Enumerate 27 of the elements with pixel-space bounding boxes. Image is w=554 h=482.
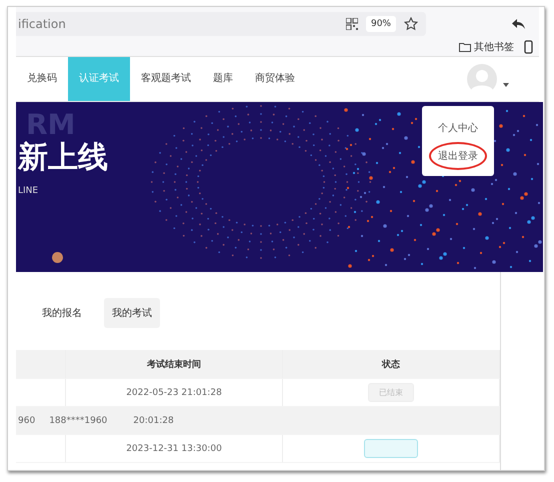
page-tab[interactable]: 我的报名 (34, 298, 90, 328)
star-icon[interactable] (404, 17, 418, 31)
table-cell-text: 188****1960 (48, 416, 108, 426)
menu-item[interactable]: 退出登录 (429, 142, 487, 170)
banner-subtitle: LINE (18, 186, 38, 196)
zoom-level-badge[interactable]: 90% (366, 16, 396, 32)
caret-icon[interactable] (503, 83, 509, 87)
nav-tab[interactable]: 商贸体验 (244, 57, 306, 101)
phone-icon[interactable] (524, 40, 533, 54)
menu-item[interactable]: 个人中心 (432, 118, 484, 138)
nav-tab[interactable]: 题库 (202, 57, 244, 101)
status-tag: 已结束 (368, 383, 414, 402)
page-tab[interactable]: 我的考试 (104, 298, 160, 328)
bookmark-folder[interactable]: 其他书签 (459, 40, 514, 54)
header-cell: 状态 (283, 350, 500, 378)
nav-tab[interactable]: 兑换码 (16, 57, 68, 101)
folder-icon (459, 42, 471, 52)
table-cell-text: 960 (17, 416, 36, 426)
nav-tab[interactable]: 客观题考试 (130, 57, 202, 101)
table-cell-text: 20:01:28 (132, 416, 175, 426)
address-bar[interactable]: ification 90% (16, 12, 426, 36)
table-cell: 2022-05-23 21:01:28 (66, 379, 283, 406)
back-arrow-icon[interactable] (512, 18, 525, 30)
qr-code-icon[interactable] (346, 18, 358, 30)
banner-headline: 新上线 (18, 140, 108, 176)
table-cell: 2023-12-31 13:30:00 (66, 435, 283, 462)
header-cell: 考试结束时间 (66, 350, 283, 378)
